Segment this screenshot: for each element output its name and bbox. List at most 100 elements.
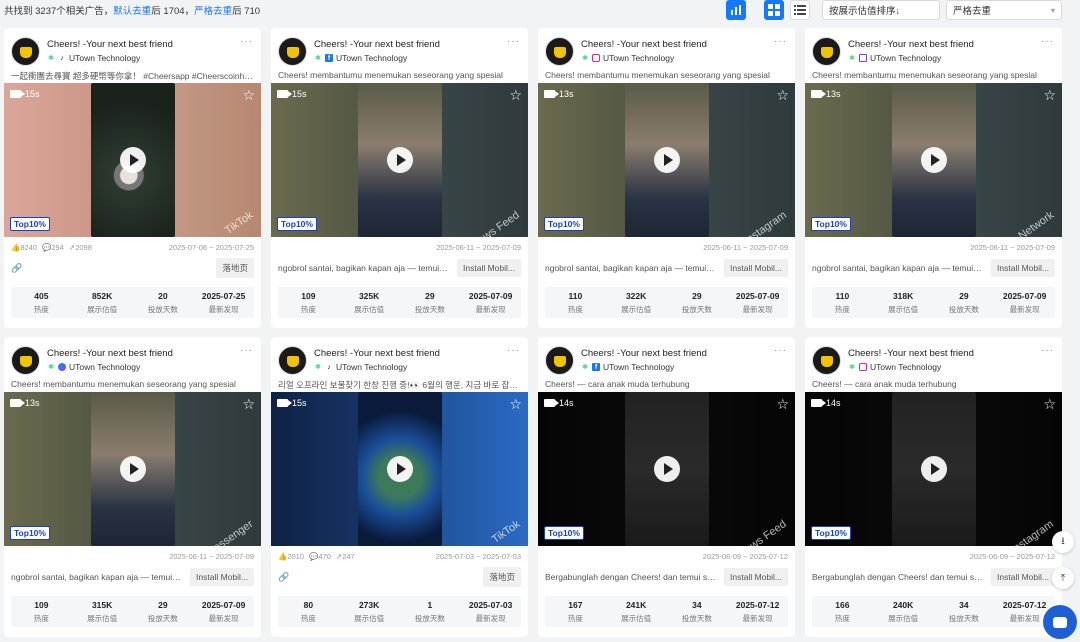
tiktok-icon: ♪ [327,363,331,371]
card-meta: 👍2010 💬470 ↗247 2025-07-03 ~ 2025-07-03 [271,546,528,566]
grid-view-button[interactable] [764,0,784,20]
date-range: 2025-06-11 ~ 2025-07-09 [436,242,521,252]
favorite-star-icon[interactable]: ☆ [509,87,522,104]
favorite-star-icon[interactable]: ☆ [509,396,522,413]
favorite-star-icon[interactable]: ☆ [242,87,255,104]
publisher-name[interactable]: UTown Technology [603,53,674,63]
cta-button[interactable]: Install Mobil... [724,568,788,586]
more-options-icon[interactable]: ··· [240,345,253,356]
video-camera-icon [544,90,559,98]
ad-card[interactable]: Cheers! -Your next best friend ✱ UTown T… [805,28,1062,328]
card-header: Cheers! -Your next best friend ✱ UTown T… [805,28,1062,68]
cta-button[interactable]: Install Mobil... [457,259,521,277]
ad-card[interactable]: Cheers! -Your next best friend ✱ ♪ UTown… [4,28,261,328]
chat-support-button[interactable] [1043,605,1077,639]
likes-count: 👍8240 [11,242,38,252]
more-options-icon[interactable]: ··· [507,345,520,356]
play-button[interactable] [386,147,413,173]
play-button[interactable] [119,456,146,482]
app-name[interactable]: Cheers! -Your next best friend [581,348,789,359]
app-name[interactable]: Cheers! -Your next best friend [314,39,522,50]
cta-button[interactable]: 落地页 [483,567,521,587]
android-icon: ✱ [48,54,54,62]
more-options-icon[interactable]: ··· [507,36,520,47]
ad-video-preview[interactable]: 13s ☆ Top10% Instagram [538,83,795,237]
strict-dedupe-link[interactable]: 严格去重 [194,3,232,17]
view-controls: 按展示估值排序↓ 严格去重 ▾ [726,0,1062,20]
ad-card[interactable]: Cheers! -Your next best friend ✱ UTown T… [4,337,261,637]
ad-card[interactable]: Cheers! -Your next best friend ✱ UTown T… [538,28,795,328]
play-button[interactable] [653,456,680,482]
ad-copy: 리얼 오프라인 보물찾기 한창 진행 중!👀 6월의 행운, 지금 바로 잡아.… [278,380,525,390]
favorite-star-icon[interactable]: ☆ [242,396,255,413]
publisher-name[interactable]: UTown Technology [336,53,407,63]
favorite-star-icon[interactable]: ☆ [776,87,789,104]
app-name[interactable]: Cheers! -Your next best friend [47,348,255,359]
ad-video-preview[interactable]: 15s ☆ TikTok [271,392,528,546]
app-name[interactable]: Cheers! -Your next best friend [848,348,1056,359]
stat-label: 热度 [300,304,316,314]
chart-view-button[interactable] [726,0,746,20]
more-options-icon[interactable]: ··· [774,345,787,356]
play-button[interactable] [653,147,680,173]
cta-button[interactable]: 落地页 [216,258,254,278]
default-dedupe-link[interactable]: 默认去重 [113,3,151,17]
stat-label: 展示估值 [354,613,385,623]
publisher-name[interactable]: UTown Technology [69,362,140,372]
cta-button[interactable]: Install Mobil... [190,568,254,586]
ad-card[interactable]: Cheers! -Your next best friend ✱ UTown T… [805,337,1062,637]
play-button[interactable] [920,147,947,173]
top-rank-badge: Top10% [544,217,584,231]
video-duration: 15s [277,398,307,408]
app-name[interactable]: Cheers! -Your next best friend [581,39,789,50]
publisher-name[interactable]: UTown Technology [870,362,941,372]
more-options-icon[interactable]: ··· [240,36,253,47]
download-button[interactable]: ⭳ [1052,531,1074,553]
list-view-button[interactable] [790,0,810,20]
stat-label: 投放天数 [414,613,445,623]
more-options-icon[interactable]: ··· [1041,36,1054,47]
stat-3: 2025-07-09 最新发现 [460,291,521,315]
app-name[interactable]: Cheers! -Your next best friend [47,39,255,50]
ad-video-preview[interactable]: 14s ☆ Top10% FB News Feed [538,392,795,546]
stat-value: 318K [892,290,914,301]
play-button[interactable] [920,456,947,482]
favorite-star-icon[interactable]: ☆ [1043,396,1056,413]
stat-label: 热度 [567,613,583,623]
dedupe-select[interactable]: 严格去重 ▾ [946,0,1062,20]
play-button[interactable] [119,147,146,173]
ad-card-grid: Cheers! -Your next best friend ✱ ♪ UTown… [4,28,1062,637]
app-name[interactable]: Cheers! -Your next best friend [848,39,1056,50]
sort-select[interactable]: 按展示估值排序↓ [822,0,940,20]
publisher-name[interactable]: UTown Technology [336,362,407,372]
stat-label: 展示估值 [621,613,652,623]
video-camera-icon [811,90,826,98]
cta-button[interactable]: Install Mobil... [991,568,1055,586]
publisher-name[interactable]: UTown Technology [870,53,941,63]
ad-video-preview[interactable]: 15s ☆ Top10% TikTok [4,83,261,237]
publisher-name[interactable]: UTown Technology [69,53,140,63]
more-options-icon[interactable]: ··· [774,36,787,47]
play-button[interactable] [386,456,413,482]
ad-card[interactable]: Cheers! -Your next best friend ✱ f UTown… [271,28,528,328]
ad-video-preview[interactable]: 15s ☆ Top10% FB News Feed [271,83,528,237]
stat-2: 34 投放天数 [667,600,728,624]
more-options-icon[interactable]: ··· [1041,345,1054,356]
stat-3: 2025-07-25 最新发现 [193,291,254,315]
app-name[interactable]: Cheers! -Your next best friend [314,348,522,359]
cta-button[interactable]: Install Mobil... [991,259,1055,277]
stat-0: 405 热度 [11,291,72,315]
ad-video-preview[interactable]: 14s ☆ Top10% Instagram [805,392,1062,546]
cta-button[interactable]: Install Mobil... [724,259,788,277]
android-icon: ✱ [582,54,588,62]
favorite-star-icon[interactable]: ☆ [1043,87,1056,104]
stat-0: 80 热度 [278,600,339,624]
ad-card[interactable]: Cheers! -Your next best friend ✱ f UTown… [538,337,795,637]
favorite-star-icon[interactable]: ☆ [776,396,789,413]
ad-video-preview[interactable]: 13s ☆ Top10% Messenger [4,392,261,546]
comments-count: 💬294 [42,242,64,252]
ad-video-preview[interactable]: 13s ☆ Top10% Audience Network [805,83,1062,237]
publisher-name[interactable]: UTown Technology [603,362,674,372]
ad-card[interactable]: Cheers! -Your next best friend ✱ ♪ UTown… [271,337,528,637]
back-to-top-button[interactable]: ⤒ [1052,567,1074,589]
